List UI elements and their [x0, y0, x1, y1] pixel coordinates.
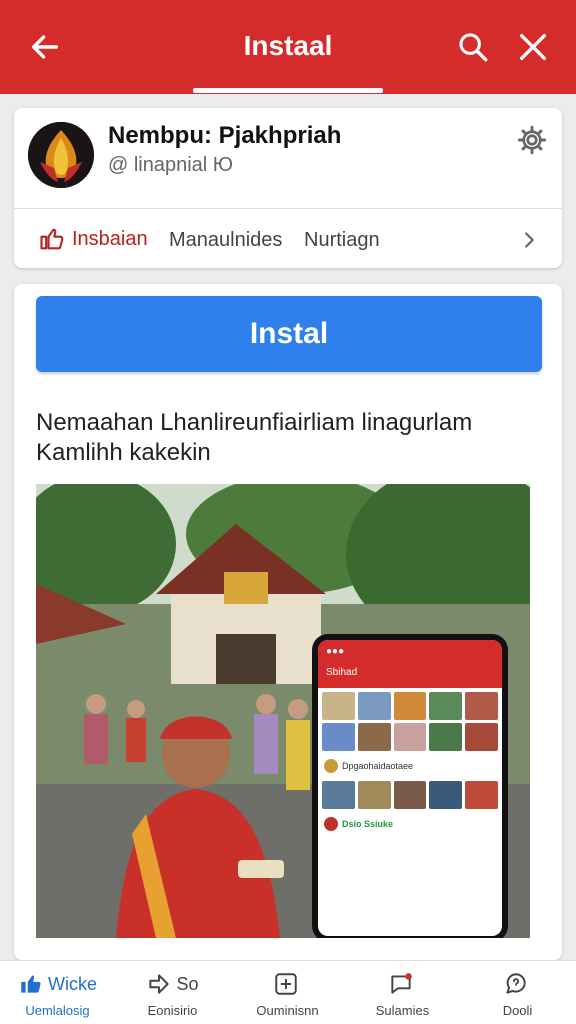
nav-item-1[interactable]: Wicke Uemlalosig — [0, 969, 115, 1018]
title-underline — [193, 88, 383, 93]
phone-row-text: Dpgaohaidaotaee — [342, 761, 414, 771]
install-button[interactable]: Instal — [36, 296, 542, 372]
nav-top-text: So — [176, 973, 199, 994]
grid-thumb — [429, 723, 463, 751]
bottom-nav: Wicke Uemlalosig So Eonisirio Ouminisnn — [0, 960, 576, 1024]
phone-mockup: ●●● Sbihad Dpgaohaidaotaee Dsio Ssiuke — [312, 634, 508, 938]
avatar[interactable] — [28, 122, 94, 188]
nav-item-2[interactable]: So Eonisirio — [115, 969, 230, 1019]
grid-thumb — [393, 781, 427, 809]
grid-thumb — [465, 781, 498, 809]
close-icon[interactable] — [516, 30, 550, 64]
grid-thumb — [429, 781, 463, 809]
tab-insbaian[interactable]: Insbaian — [38, 225, 148, 253]
phone-status: ●●● — [326, 646, 345, 657]
phone-screen: ●●● Sbihad Dpgaohaidaotaee Dsio Ssiuke — [318, 640, 502, 936]
phone-row-avatar — [324, 759, 338, 773]
grid-thumb — [465, 723, 498, 751]
tab-manaulnides[interactable]: Manaulnides — [169, 229, 282, 252]
phone-photo-grid-2 — [318, 777, 502, 813]
thumbs-up-icon — [21, 975, 41, 993]
grid-thumb — [357, 723, 391, 751]
tab-nurtiagn[interactable]: Nurtiagn — [304, 229, 380, 252]
search-icon[interactable] — [456, 30, 490, 64]
help-chat-icon — [505, 973, 526, 994]
grid-thumb — [322, 723, 355, 751]
gear-icon[interactable] — [516, 124, 548, 156]
main-card: Instal Nemaahan Lhanlireunfiairliam lina… — [14, 284, 562, 960]
chevron-right-icon[interactable] — [518, 229, 540, 251]
grid-thumb — [393, 723, 427, 751]
nav-label: Uemlalosig — [25, 1003, 90, 1018]
chat-bubble-icon — [390, 973, 412, 994]
grid-thumb — [465, 692, 498, 720]
add-box-icon — [274, 973, 297, 995]
grid-thumb — [322, 692, 355, 720]
profile-handle: @ linapnial Ю — [108, 154, 234, 176]
nav-label: Ouminisnn — [256, 1003, 319, 1018]
phone-header-title: Sbihad — [326, 667, 358, 678]
thumbs-up-icon — [40, 228, 64, 250]
nav-item-3[interactable]: Ouminisnn — [230, 969, 345, 1018]
phone-list-row: Dpgaohaidaotaee — [318, 755, 502, 777]
description-text: Nemaahan Lhanlireunfiairliam linagurlam … — [36, 409, 473, 466]
profile-name: Nembpu: Pjakhpriah — [108, 122, 342, 149]
nav-label: Eonisirio — [147, 1003, 198, 1018]
nav-item-4[interactable]: Sulamies — [345, 969, 460, 1018]
phone-header: ●●● Sbihad — [318, 640, 502, 688]
nav-item-5[interactable]: Dooli — [460, 969, 575, 1018]
profile-card: Nembpu: Pjakhpriah @ linapnial Ю Insbaia… — [14, 108, 562, 268]
phone-row-avatar — [324, 817, 338, 831]
phone-photo-grid — [318, 688, 502, 755]
share-icon — [149, 974, 170, 994]
app-bar: Instaal — [0, 0, 576, 94]
nav-top-text: Wicke — [48, 973, 97, 994]
grid-thumb — [357, 781, 391, 809]
promo-photo: ●●● Sbihad Dpgaohaidaotaee Dsio Ssiuke — [36, 484, 530, 938]
grid-thumb — [429, 692, 463, 720]
grid-thumb — [393, 692, 427, 720]
nav-label: Sulamies — [375, 1003, 430, 1018]
phone-row-text: Dsio Ssiuke — [342, 819, 394, 829]
nav-label: Dooli — [502, 1003, 533, 1018]
grid-thumb — [322, 781, 355, 809]
grid-thumb — [357, 692, 391, 720]
phone-list-row-2: Dsio Ssiuke — [318, 813, 502, 835]
flame-logo-icon — [28, 122, 94, 188]
tab-label: Insbaian — [72, 227, 148, 250]
profile-tabs: Insbaian Manaulnides Nurtiagn — [14, 209, 562, 267]
